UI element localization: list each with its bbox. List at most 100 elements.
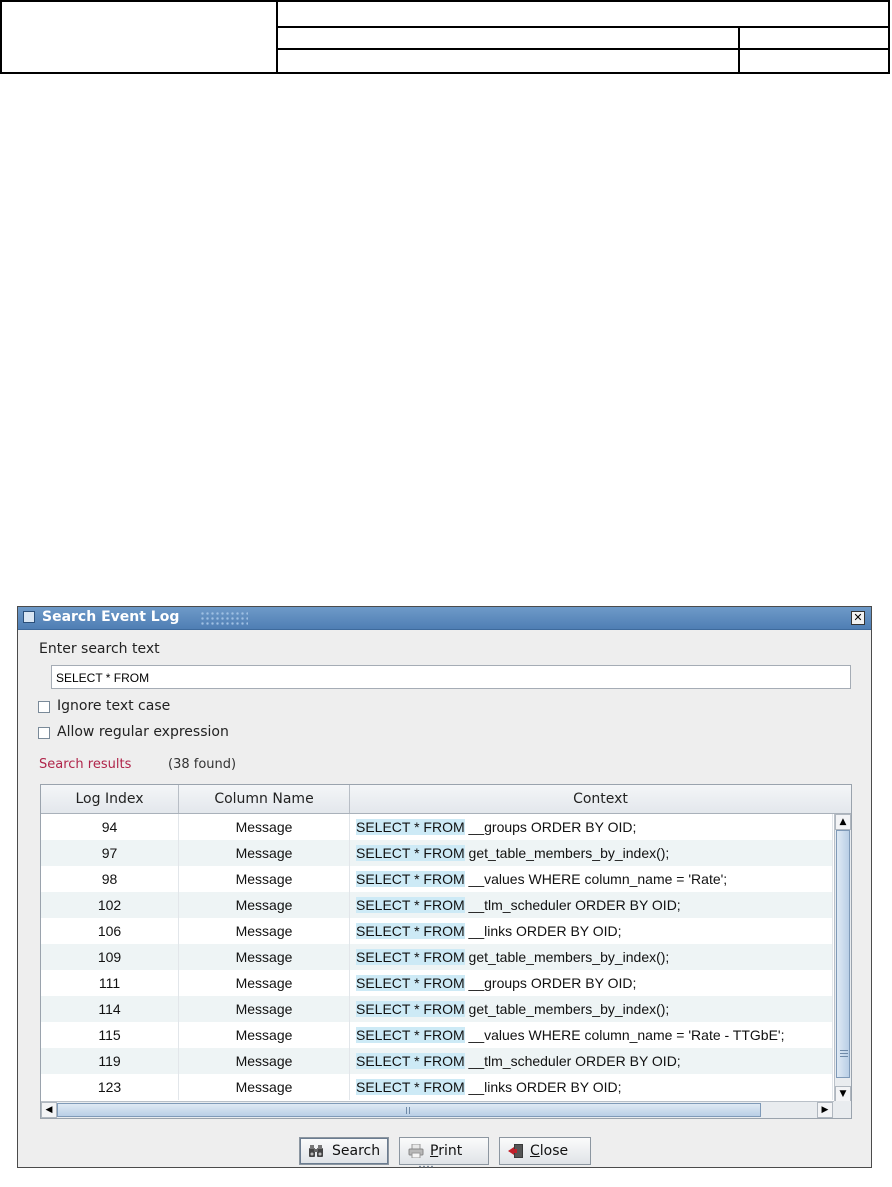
- header-row-2: [278, 28, 888, 50]
- table-row[interactable]: 98 Message SELECT * FROM __values WHERE co…: [41, 866, 833, 892]
- context-cell[interactable]: SELECT * FROM __values WHERE column_name…: [350, 866, 833, 892]
- log-index-cell[interactable]: 111: [41, 970, 179, 996]
- dialog-titlebar[interactable]: Search Event Log ✕: [18, 607, 871, 630]
- scroll-down-button[interactable]: ▼: [835, 1086, 851, 1102]
- log-index-cell[interactable]: 106: [41, 918, 179, 944]
- log-index-cell[interactable]: 102: [41, 892, 179, 918]
- context-text: __values WHERE column_name = 'Rate';: [464, 871, 728, 887]
- column-name-cell[interactable]: Message: [179, 1048, 350, 1074]
- scroll-left-button[interactable]: ◀: [41, 1102, 57, 1118]
- header-row-3: [278, 50, 888, 74]
- table-row[interactable]: 115 Message SELECT * FROM __values WHERE c…: [41, 1022, 833, 1048]
- table-row[interactable]: 109 Message SELECT * FROM get_table_member…: [41, 944, 833, 970]
- match-highlight: SELECT * FROM: [356, 975, 465, 991]
- context-cell[interactable]: SELECT * FROM __tlm_scheduler ORDER BY O…: [350, 1048, 833, 1074]
- resize-grip[interactable]: [418, 1165, 434, 1168]
- grip-line: [409, 1107, 410, 1114]
- print-button[interactable]: Print: [399, 1137, 489, 1165]
- context-cell[interactable]: SELECT * FROM __groups ORDER BY OID;: [350, 814, 833, 840]
- table-row[interactable]: 106 Message SELECT * FROM __links ORDER BY…: [41, 918, 833, 944]
- log-index-cell[interactable]: 98: [41, 866, 179, 892]
- search-button[interactable]: Search: [299, 1137, 389, 1165]
- column-name-cell[interactable]: Message: [179, 970, 350, 996]
- grip-line: [840, 1056, 848, 1057]
- column-name-cell[interactable]: Message: [179, 918, 350, 944]
- table-body: 94 Message SELECT * FROM __groups ORDER BY…: [41, 814, 833, 1102]
- context-cell[interactable]: SELECT * FROM __values WHERE column_name…: [350, 1022, 833, 1048]
- window-icon: [23, 611, 35, 623]
- scroll-right-button[interactable]: ▶: [817, 1102, 833, 1118]
- header-logo-cell: [2, 2, 278, 72]
- search-input[interactable]: SELECT * FROM: [51, 665, 851, 689]
- context-text: __tlm_scheduler ORDER BY OID;: [464, 1053, 681, 1069]
- context-text: get_table_members_by_index();: [464, 949, 670, 965]
- context-text: __tlm_scheduler ORDER BY OID;: [464, 897, 681, 913]
- column-header-column-name[interactable]: Column Name: [179, 785, 350, 813]
- log-index-cell[interactable]: 114: [41, 996, 179, 1022]
- header-cell-divider: [738, 50, 740, 74]
- results-table: Log Index Column Name Context 94 Message S…: [40, 784, 852, 1119]
- grip-line: [840, 1050, 848, 1051]
- context-text: __links ORDER BY OID;: [464, 1079, 622, 1095]
- vertical-scrollbar[interactable]: ▲ ▼: [834, 814, 851, 1102]
- ignore-case-checkbox[interactable]: [38, 701, 50, 713]
- search-button-label: Search: [332, 1143, 381, 1159]
- match-highlight: SELECT * FROM: [356, 949, 465, 965]
- close-mnemonic: C: [530, 1143, 540, 1159]
- ignore-case-label: Ignore text case: [57, 698, 171, 714]
- context-cell[interactable]: SELECT * FROM __groups ORDER BY OID;: [350, 970, 833, 996]
- context-cell[interactable]: SELECT * FROM __links ORDER BY OID;: [350, 1074, 833, 1100]
- match-highlight: SELECT * FROM: [356, 897, 465, 913]
- dialog-title: Search Event Log: [42, 609, 180, 625]
- log-index-cell[interactable]: 123: [41, 1074, 179, 1100]
- context-text: get_table_members_by_index();: [464, 845, 670, 861]
- table-row[interactable]: 114 Message SELECT * FROM get_table_member…: [41, 996, 833, 1022]
- column-name-cell[interactable]: Message: [179, 1074, 350, 1100]
- table-row[interactable]: 97 Message SELECT * FROM get_table_members…: [41, 840, 833, 866]
- document-header-table: [0, 0, 890, 74]
- table-row[interactable]: 102 Message SELECT * FROM __tlm_scheduler …: [41, 892, 833, 918]
- search-event-log-dialog: Search Event Log ✕ Enter search text SEL…: [17, 606, 872, 1168]
- column-header-log-index[interactable]: Log Index: [41, 785, 179, 813]
- table-row[interactable]: 111 Message SELECT * FROM __groups ORDER B…: [41, 970, 833, 996]
- printer-icon: [408, 1144, 424, 1158]
- table-row[interactable]: 94 Message SELECT * FROM __groups ORDER BY…: [41, 814, 833, 840]
- context-cell[interactable]: SELECT * FROM __tlm_scheduler ORDER BY O…: [350, 892, 833, 918]
- column-name-cell[interactable]: Message: [179, 944, 350, 970]
- search-text-label: Enter search text: [39, 641, 160, 657]
- log-index-cell[interactable]: 94: [41, 814, 179, 840]
- table-row[interactable]: 119 Message SELECT * FROM __tlm_scheduler …: [41, 1048, 833, 1074]
- context-cell[interactable]: SELECT * FROM get_table_members_by_index…: [350, 944, 833, 970]
- log-index-cell[interactable]: 97: [41, 840, 179, 866]
- log-index-cell[interactable]: 119: [41, 1048, 179, 1074]
- column-name-cell[interactable]: Message: [179, 814, 350, 840]
- column-name-cell[interactable]: Message: [179, 892, 350, 918]
- column-name-cell[interactable]: Message: [179, 996, 350, 1022]
- regex-checkbox[interactable]: [38, 727, 50, 739]
- print-mnemonic: P: [430, 1143, 439, 1159]
- context-text: __groups ORDER BY OID;: [464, 819, 637, 835]
- print-button-label: rint: [438, 1143, 463, 1159]
- context-cell[interactable]: SELECT * FROM __links ORDER BY OID;: [350, 918, 833, 944]
- context-cell[interactable]: SELECT * FROM get_table_members_by_index…: [350, 996, 833, 1022]
- match-highlight: SELECT * FROM: [356, 1027, 465, 1043]
- log-index-cell[interactable]: 115: [41, 1022, 179, 1048]
- table-row[interactable]: 123 Message SELECT * FROM __links ORDER BY…: [41, 1074, 833, 1100]
- horizontal-scrollbar[interactable]: ◀ ▶: [41, 1101, 835, 1118]
- grip-line: [840, 1053, 848, 1054]
- context-text: __links ORDER BY OID;: [464, 923, 622, 939]
- context-cell[interactable]: SELECT * FROM get_table_members_by_index…: [350, 840, 833, 866]
- scroll-corner: [834, 1101, 851, 1118]
- close-button[interactable]: Close: [499, 1137, 591, 1165]
- close-window-button[interactable]: ✕: [851, 611, 865, 625]
- column-header-context[interactable]: Context: [350, 785, 851, 813]
- column-name-cell[interactable]: Message: [179, 840, 350, 866]
- log-index-cell[interactable]: 109: [41, 944, 179, 970]
- vertical-scroll-thumb[interactable]: [836, 830, 850, 1078]
- arrow-up-icon: ▲: [839, 817, 847, 827]
- column-name-cell[interactable]: Message: [179, 866, 350, 892]
- horizontal-scroll-thumb[interactable]: [57, 1103, 761, 1117]
- column-name-cell[interactable]: Message: [179, 1022, 350, 1048]
- match-highlight: SELECT * FROM: [356, 871, 465, 887]
- scroll-up-button[interactable]: ▲: [835, 814, 851, 830]
